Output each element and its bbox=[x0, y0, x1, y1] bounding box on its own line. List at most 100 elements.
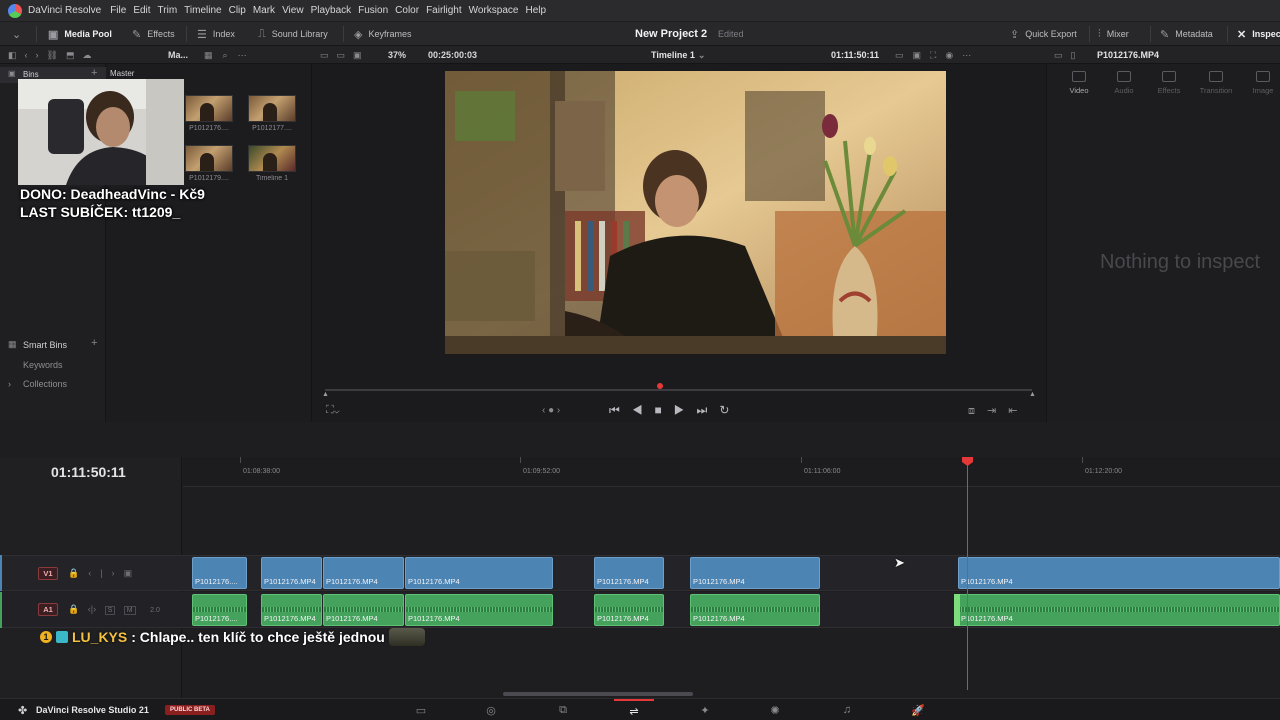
stop-icon[interactable]: ■ bbox=[655, 403, 674, 417]
video-clip[interactable]: P1012176.MP4 bbox=[690, 557, 820, 589]
video-clip[interactable]: P1012176.MP4 bbox=[323, 557, 404, 589]
loop-icon[interactable]: ↻ bbox=[719, 403, 741, 417]
timeline-thumbnail[interactable] bbox=[248, 145, 296, 172]
video-clip[interactable]: P1012176.... bbox=[192, 557, 247, 589]
timeline-timecode[interactable]: 01:11:50:11 bbox=[51, 464, 126, 480]
play-icon[interactable]: ▶ bbox=[674, 403, 697, 417]
sound-library-button[interactable]: ⎍ Sound Library bbox=[258, 22, 328, 46]
cut-page-icon[interactable]: ◎ bbox=[471, 699, 511, 720]
viewer-mode-icon[interactable]: ▭ bbox=[320, 50, 329, 61]
track-lock-icon[interactable]: 🔒 bbox=[68, 604, 79, 614]
sidebar-toggle-icon[interactable]: ◧ bbox=[8, 50, 17, 61]
menu-help[interactable]: Help bbox=[525, 5, 553, 16]
inspector-tab-effects[interactable]: Effects bbox=[1149, 71, 1189, 95]
audio-clip[interactable]: P1012176.MP4 bbox=[690, 594, 820, 626]
panel-toggle-icon[interactable]: ⌄ bbox=[12, 22, 21, 46]
inspector-tab-audio[interactable]: Audio bbox=[1104, 71, 1144, 95]
media-pool-button[interactable]: ▣ Media Pool bbox=[48, 22, 112, 46]
track-a1-label[interactable]: A1 bbox=[38, 603, 58, 616]
menu-color[interactable]: Color bbox=[395, 5, 426, 16]
in-point-marker[interactable]: ▲ bbox=[322, 391, 329, 398]
keyframes-button[interactable]: ◈ Keyframes bbox=[354, 22, 411, 46]
add-bin-icon[interactable]: + bbox=[91, 67, 97, 79]
media-clip-thumbnail[interactable] bbox=[248, 95, 296, 122]
menu-trim[interactable]: Trim bbox=[158, 5, 185, 16]
play-reverse-icon[interactable]: ◀ bbox=[632, 403, 655, 417]
timeline-scrollbar[interactable] bbox=[503, 692, 693, 696]
menu-timeline[interactable]: Timeline bbox=[184, 5, 228, 16]
timeline-name-dropdown[interactable]: Timeline 1 ⌄ bbox=[651, 46, 705, 64]
menu-view[interactable]: View bbox=[282, 5, 311, 16]
track-v1-label[interactable]: V1 bbox=[38, 567, 58, 580]
fairlight-page-icon[interactable]: ♫ bbox=[827, 699, 867, 720]
dual-viewer-icon[interactable]: ▣ bbox=[353, 50, 362, 61]
media-clip-thumbnail[interactable] bbox=[185, 145, 233, 172]
media-clip-thumbnail[interactable] bbox=[185, 95, 233, 122]
smart-bin-collections[interactable]: Collections bbox=[23, 379, 67, 389]
menu-edit[interactable]: Edit bbox=[133, 5, 157, 16]
menu-clip[interactable]: Clip bbox=[229, 5, 253, 16]
viewer-frame[interactable] bbox=[445, 71, 946, 354]
inspector-button[interactable]: ✕ Inspector bbox=[1237, 22, 1280, 46]
track-lock-icon[interactable]: 🔒 bbox=[68, 568, 88, 578]
menu-file[interactable]: File bbox=[110, 5, 133, 16]
media-pool-controls[interactable]: ◧ ‹ › ⛓ ⬒ ☁ bbox=[8, 46, 91, 64]
audio-clip[interactable]: P1012176.... bbox=[192, 594, 247, 626]
menu-fusion[interactable]: Fusion bbox=[358, 5, 395, 16]
effects-button[interactable]: ✎ Effects bbox=[132, 22, 175, 46]
inspector-tab-video[interactable]: Video bbox=[1059, 71, 1099, 95]
jog-control[interactable]: ‹ ● › bbox=[542, 405, 560, 416]
audio-clip[interactable]: P1012176.MP4 bbox=[958, 594, 1280, 626]
audio-clip[interactable]: P1012176.MP4 bbox=[594, 594, 664, 626]
next-edit-icon[interactable]: ⇥ bbox=[987, 405, 1008, 417]
inspector-tab-transition[interactable]: Transition bbox=[1196, 71, 1236, 95]
color-picker-icon[interactable]: ◉ bbox=[945, 50, 953, 61]
audio-clip[interactable]: P1012176.MP4 bbox=[261, 594, 322, 626]
video-clip[interactable]: P1012176.MP4 bbox=[958, 557, 1280, 589]
viewer-layout-icon[interactable]: ▭ bbox=[337, 50, 346, 61]
edit-page-icon[interactable]: ⇌ bbox=[614, 699, 654, 720]
smart-bins-header[interactable]: Smart Bins bbox=[23, 340, 67, 350]
transform-icon[interactable]: ⛶⌄ bbox=[326, 404, 340, 417]
forward-icon[interactable]: › bbox=[36, 50, 39, 60]
mixer-button[interactable]: ⫶ Mixer bbox=[1098, 22, 1129, 46]
cloud-icon[interactable]: ☁ bbox=[82, 50, 91, 61]
metadata-button[interactable]: ✎ Metadata bbox=[1160, 22, 1213, 46]
index-button[interactable]: ☰ Index bbox=[197, 22, 235, 46]
mute-button[interactable]: M bbox=[123, 606, 136, 615]
fairlight-clip-page-icon[interactable]: ⧉ bbox=[543, 699, 583, 720]
fusion-page-icon[interactable]: ✦ bbox=[685, 699, 725, 720]
video-clip[interactable]: P1012176.MP4 bbox=[405, 557, 553, 589]
inspector-tab-image[interactable]: Image bbox=[1243, 71, 1280, 95]
smart-bin-keywords[interactable]: Keywords bbox=[23, 360, 63, 370]
deliver-page-icon[interactable]: 🚀 bbox=[898, 699, 938, 720]
menu-workspace[interactable]: Workspace bbox=[469, 5, 526, 16]
timeline-playhead[interactable] bbox=[967, 458, 968, 690]
viewer-scrubber[interactable] bbox=[325, 389, 1032, 391]
viewer-options-icon[interactable]: ▭ bbox=[895, 50, 904, 61]
menu-fairlight[interactable]: Fairlight bbox=[426, 5, 469, 16]
search-icon[interactable]: ⌕ bbox=[223, 50, 228, 61]
prev-edit-icon[interactable]: ⇤ bbox=[1008, 405, 1029, 417]
grid-view-icon[interactable]: ▦ bbox=[204, 50, 213, 61]
sort-dropdown[interactable]: Ma... bbox=[168, 46, 188, 64]
media-page-icon[interactable]: ▭ bbox=[401, 699, 441, 720]
inspector-split-icon[interactable]: ▯ bbox=[1071, 50, 1076, 61]
out-point-marker[interactable]: ▲ bbox=[1029, 391, 1036, 398]
inspector-layout-icon[interactable]: ▭ bbox=[1054, 50, 1063, 61]
video-clip[interactable]: P1012176.MP4 bbox=[594, 557, 664, 589]
track-visibility-icon[interactable]: ▣ bbox=[124, 568, 142, 578]
skip-end-icon[interactable]: ⏭ bbox=[697, 403, 720, 417]
auto-select-icon[interactable]: ‹|› bbox=[88, 568, 123, 578]
add-smart-bin-icon[interactable]: + bbox=[91, 337, 97, 349]
audio-clip[interactable]: P1012176.MP4 bbox=[323, 594, 404, 626]
audio-clip-trim-handle[interactable] bbox=[954, 594, 960, 626]
match-frame-icon[interactable]: ⧈ bbox=[968, 405, 987, 417]
more-options-icon[interactable]: ⋯ bbox=[238, 50, 247, 61]
auto-select-icon[interactable]: ‹|› bbox=[88, 604, 96, 614]
link-icon[interactable]: ⛓ bbox=[47, 50, 58, 61]
viewer-more-icon[interactable]: ⋯ bbox=[962, 50, 971, 61]
audio-clip[interactable]: P1012176.MP4 bbox=[405, 594, 553, 626]
chevron-right-icon[interactable]: › bbox=[8, 379, 11, 389]
viewer-playhead-marker[interactable] bbox=[657, 383, 663, 389]
